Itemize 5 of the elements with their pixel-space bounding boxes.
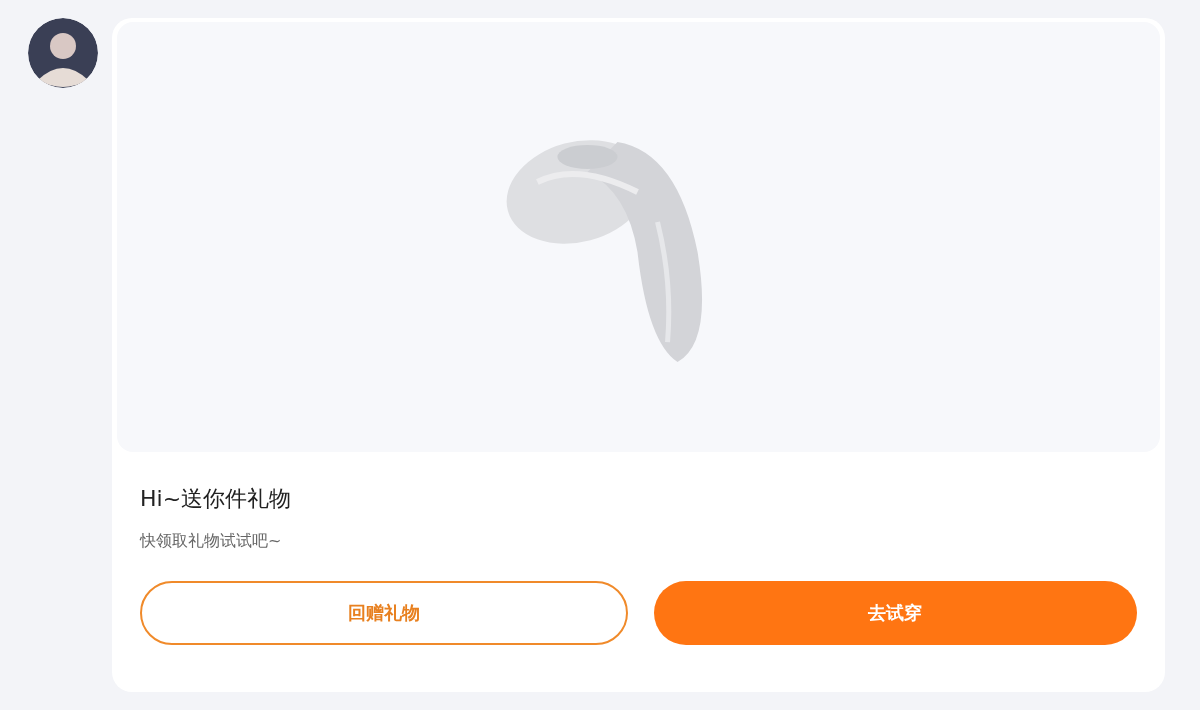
- avatar: [28, 18, 98, 88]
- try-on-button[interactable]: 去试穿: [653, 580, 1137, 645]
- gift-title: Hi~送你件礼物: [140, 485, 293, 513]
- gift-subtitle: 快领取礼物试试吧~: [140, 529, 283, 552]
- return-gift-button[interactable]: 回赠礼物: [140, 580, 628, 645]
